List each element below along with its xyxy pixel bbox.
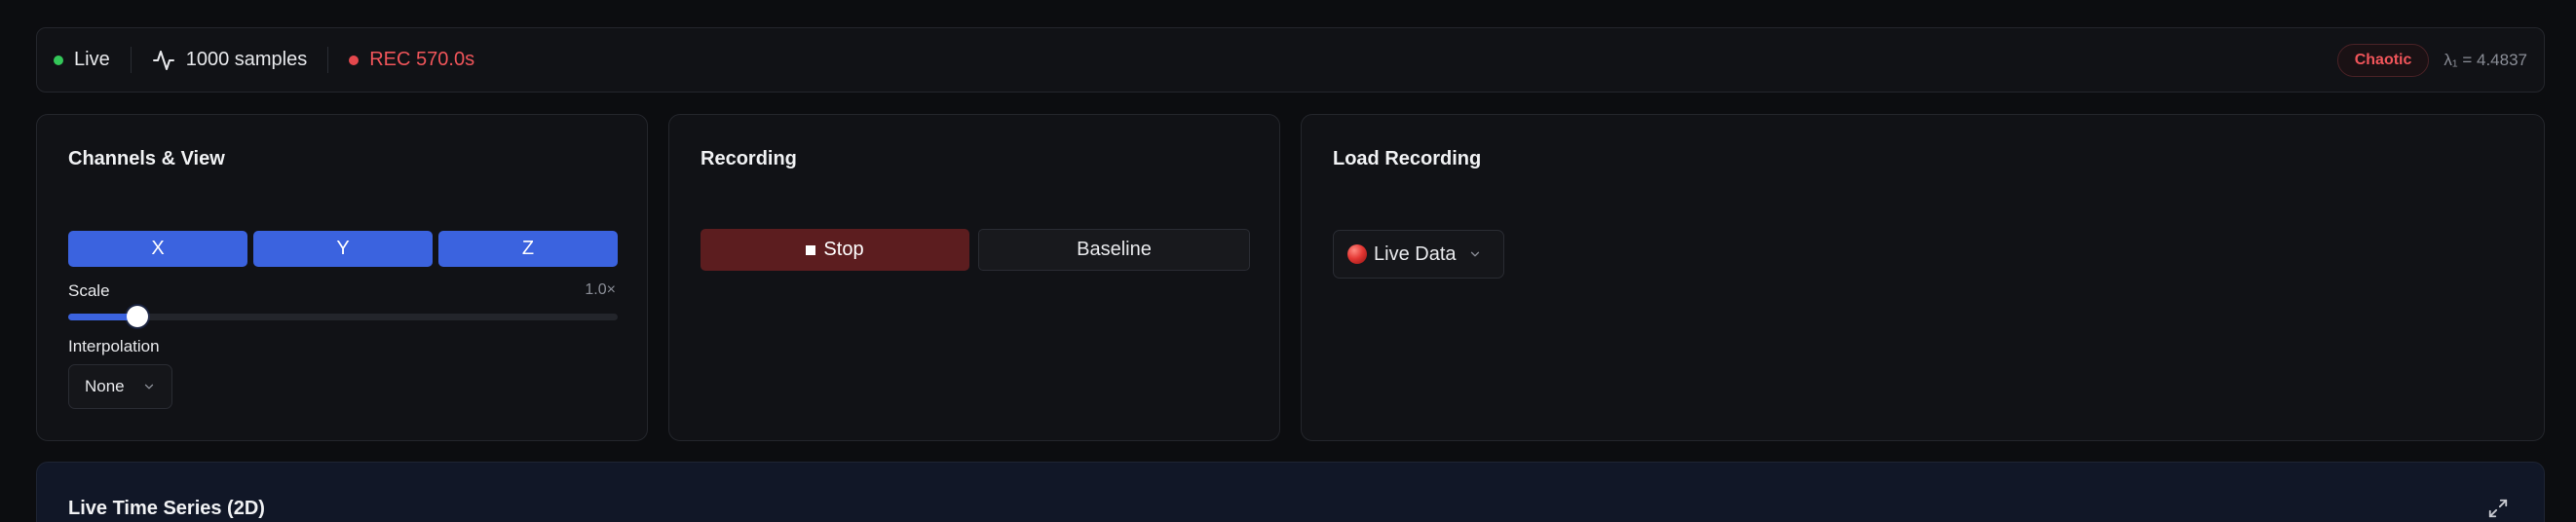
- status-badge: Chaotic: [2336, 43, 2430, 77]
- chevron-down-icon: [1470, 251, 1479, 257]
- samples-label: 1000 samples: [185, 49, 308, 70]
- channel-z-button[interactable]: Z: [438, 231, 618, 267]
- app-root: Live 1000 samples REC 570.0s Chaotic λ₁ …: [0, 0, 2576, 522]
- lyapunov-readout: λ₁ = 4.4837: [2443, 50, 2527, 69]
- interpolation-label: Interpolation: [68, 337, 160, 355]
- recording-indicator: REC 570.0s: [349, 49, 474, 71]
- divider: [130, 47, 132, 73]
- stop-icon: [806, 244, 816, 255]
- expand-icon[interactable]: [2487, 498, 2509, 519]
- divider: [327, 47, 329, 73]
- interpolation-select[interactable]: None: [68, 364, 172, 409]
- stop-button[interactable]: Stop: [701, 229, 969, 271]
- panel-title: Recording: [701, 148, 797, 169]
- load-recording-panel: Load Recording Live Data: [1301, 114, 2545, 441]
- rec-dot-icon: [349, 55, 360, 65]
- stop-label: Stop: [823, 239, 864, 260]
- samples-indicator: 1000 samples: [152, 49, 308, 72]
- live-label: Live: [74, 49, 110, 70]
- channel-toggle-group: X Y Z: [68, 231, 618, 267]
- activity-icon: [152, 50, 174, 70]
- panel-title: Load Recording: [1333, 148, 1482, 169]
- chevron-down-icon: [144, 384, 154, 390]
- recording-source-value: Live Data: [1374, 242, 1457, 265]
- live-indicator: Live: [54, 49, 110, 71]
- time-series-panel: Live Time Series (2D): [36, 462, 2545, 522]
- scale-value: 1.0×: [585, 281, 616, 298]
- recording-panel: Recording Stop Baseline: [668, 114, 1280, 441]
- panel-title: Live Time Series (2D): [68, 498, 265, 519]
- status-bar: Live 1000 samples REC 570.0s Chaotic λ₁ …: [36, 27, 2545, 93]
- recording-source-select[interactable]: Live Data: [1333, 230, 1504, 279]
- channels-view-panel: Channels & View X Y Z Scale 1.0× Interpo…: [36, 114, 648, 441]
- live-data-icon: [1347, 244, 1367, 264]
- scale-label: Scale: [68, 281, 110, 300]
- channel-x-button[interactable]: X: [68, 231, 247, 267]
- panel-title: Channels & View: [68, 148, 225, 169]
- scale-slider-thumb[interactable]: [126, 306, 148, 327]
- rec-label: REC 570.0s: [369, 49, 475, 70]
- channel-y-button[interactable]: Y: [253, 231, 433, 267]
- live-dot-icon: [54, 55, 63, 65]
- baseline-button[interactable]: Baseline: [978, 229, 1250, 271]
- scale-slider[interactable]: [68, 306, 618, 327]
- interpolation-value: None: [85, 377, 125, 395]
